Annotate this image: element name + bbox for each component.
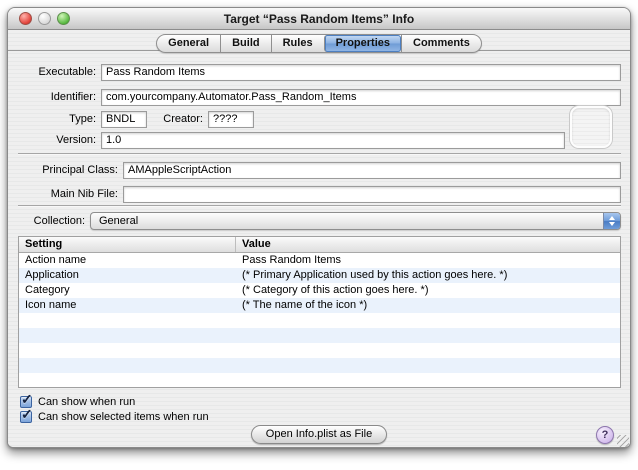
close-button-icon[interactable] bbox=[19, 12, 32, 25]
value-cell[interactable]: Pass Random Items bbox=[235, 253, 620, 268]
version-label: Version: bbox=[18, 134, 96, 146]
properties-table: Setting Value Action name Pass Random It… bbox=[18, 236, 621, 388]
tab-segmented-control: General Build Rules Properties Comments bbox=[156, 34, 482, 53]
window-title: Target “Pass Random Items” Info bbox=[224, 12, 414, 26]
separator bbox=[18, 153, 621, 155]
main-nib-file-row: Main Nib File: bbox=[18, 185, 621, 203]
type-creator-row: Type: Creator: bbox=[18, 110, 621, 128]
open-info-plist-button[interactable]: Open Info.plist as File bbox=[251, 425, 387, 444]
column-header-value[interactable]: Value bbox=[235, 237, 620, 252]
window-controls bbox=[19, 12, 70, 25]
value-cell[interactable]: (* The name of the icon *) bbox=[235, 298, 620, 313]
separator bbox=[18, 205, 621, 207]
setting-cell[interactable]: Action name bbox=[19, 253, 235, 268]
can-show-selected-items-checkbox[interactable]: ✓ bbox=[20, 411, 32, 423]
version-row: Version: bbox=[18, 131, 565, 149]
footer-button-row: Open Info.plist as File bbox=[8, 425, 630, 444]
checkmark-icon: ✓ bbox=[21, 406, 33, 423]
collection-row: Collection: General bbox=[18, 212, 621, 230]
table-row[interactable]: Action name Pass Random Items bbox=[19, 253, 620, 268]
creator-label: Creator: bbox=[147, 113, 203, 125]
main-nib-file-field[interactable] bbox=[123, 186, 621, 203]
collection-popup[interactable]: General bbox=[90, 212, 621, 230]
collection-label: Collection: bbox=[18, 215, 85, 227]
principal-class-label: Principal Class: bbox=[18, 164, 118, 176]
window-content: General Build Rules Properties Comments … bbox=[8, 30, 630, 448]
type-field[interactable] bbox=[101, 111, 147, 128]
can-show-selected-items-label: Can show selected items when run bbox=[38, 410, 209, 424]
icon-well[interactable] bbox=[570, 106, 612, 148]
table-body: Action name Pass Random Items Applicatio… bbox=[19, 253, 620, 387]
table-row[interactable]: Category (* Category of this action goes… bbox=[19, 283, 620, 298]
arrow-down-icon bbox=[609, 222, 615, 226]
identifier-row: Identifier: bbox=[18, 88, 621, 106]
type-label: Type: bbox=[18, 113, 96, 125]
column-header-setting[interactable]: Setting bbox=[19, 237, 235, 252]
table-row[interactable]: Icon name (* The name of the icon *) bbox=[19, 298, 620, 313]
tab-comments[interactable]: Comments bbox=[401, 35, 481, 52]
can-show-when-run-row: ✓ Can show when run bbox=[20, 395, 135, 409]
tab-build[interactable]: Build bbox=[220, 35, 271, 52]
value-cell[interactable]: (* Category of this action goes here. *) bbox=[235, 283, 620, 298]
executable-row: Executable: bbox=[18, 63, 621, 81]
executable-field[interactable] bbox=[101, 64, 621, 81]
popup-stepper-icon bbox=[603, 213, 620, 229]
minimize-button-icon[interactable] bbox=[38, 12, 51, 25]
setting-cell[interactable]: Category bbox=[19, 283, 235, 298]
principal-class-row: Principal Class: bbox=[18, 161, 621, 179]
executable-label: Executable: bbox=[18, 66, 96, 78]
tab-general[interactable]: General bbox=[157, 35, 220, 52]
value-cell[interactable]: (* Primary Application used by this acti… bbox=[235, 268, 620, 283]
main-nib-file-label: Main Nib File: bbox=[18, 188, 118, 200]
resize-grip-icon[interactable] bbox=[617, 435, 629, 447]
title-bar[interactable]: Target “Pass Random Items” Info bbox=[8, 8, 630, 30]
target-info-window: Target “Pass Random Items” Info General … bbox=[7, 7, 631, 448]
tab-rules[interactable]: Rules bbox=[271, 35, 324, 52]
tab-bar: General Build Rules Properties Comments bbox=[8, 34, 630, 53]
zoom-button-icon[interactable] bbox=[57, 12, 70, 25]
table-row[interactable]: Application (* Primary Application used … bbox=[19, 268, 620, 283]
tab-properties[interactable]: Properties bbox=[324, 35, 401, 52]
creator-field[interactable] bbox=[208, 111, 254, 128]
table-header: Setting Value bbox=[19, 237, 620, 253]
identifier-field[interactable] bbox=[101, 89, 621, 106]
principal-class-field[interactable] bbox=[123, 162, 621, 179]
help-icon: ? bbox=[602, 429, 609, 441]
help-button[interactable]: ? bbox=[596, 426, 614, 444]
collection-popup-value: General bbox=[91, 213, 138, 229]
version-field[interactable] bbox=[101, 132, 565, 149]
setting-cell[interactable]: Icon name bbox=[19, 298, 235, 313]
arrow-up-icon bbox=[609, 216, 615, 220]
setting-cell[interactable]: Application bbox=[19, 268, 235, 283]
identifier-label: Identifier: bbox=[18, 91, 96, 103]
can-show-when-run-label: Can show when run bbox=[38, 395, 135, 409]
can-show-selected-items-row: ✓ Can show selected items when run bbox=[20, 410, 209, 424]
